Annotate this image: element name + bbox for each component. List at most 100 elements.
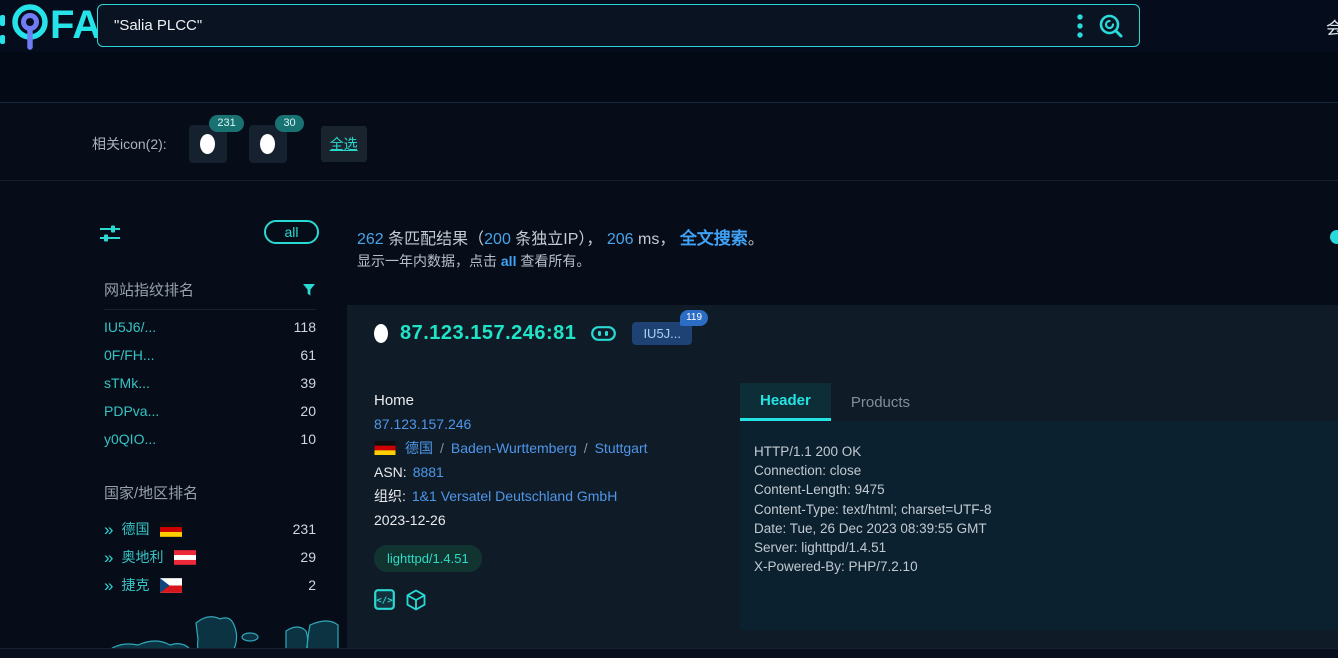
germany-flag-icon: [374, 441, 396, 455]
country-link[interactable]: 德国: [121, 519, 149, 539]
fingerprint-row: IU5J6/... 118: [104, 313, 316, 341]
http-header-line: Content-Length: 9475: [754, 480, 1324, 499]
tab-products[interactable]: Products: [831, 383, 930, 421]
asn-link[interactable]: 8881: [413, 464, 444, 480]
result-action-icons: </>: [374, 589, 714, 611]
http-header-panel[interactable]: HTTP/1.1 200 OK Connection: close Conten…: [740, 421, 1338, 630]
fingerprint-link[interactable]: IU5J6/...: [104, 319, 156, 335]
org-link[interactable]: 1&1 Versatel Deutschland GmbH: [412, 488, 617, 504]
fingerprint-link[interactable]: y0QIO...: [104, 431, 156, 447]
total-count: 262: [357, 231, 384, 248]
germany-flag-icon: [160, 522, 182, 537]
stats-text: 条匹配结果（: [384, 231, 484, 248]
country-ranking-title: 国家/地区排名: [104, 482, 198, 503]
fingerprint-count: 39: [300, 375, 316, 391]
country-link[interactable]: 捷克: [121, 575, 149, 595]
region-link[interactable]: Baden-Wurttemberg: [451, 440, 577, 456]
svg-text:</>: </>: [376, 596, 393, 606]
sub-band: [0, 52, 1338, 103]
chevron-double-icon: »: [104, 577, 111, 594]
result-details: Home 87.123.157.246 德国 / Baden-Wurttembe…: [374, 388, 714, 611]
favicon-filter-1[interactable]: 231: [189, 125, 227, 163]
search-input[interactable]: [98, 5, 1077, 46]
fingerprint-tag[interactable]: IU5J... 119: [632, 322, 692, 345]
partial-menu-text[interactable]: 会: [1326, 14, 1338, 39]
select-all-button[interactable]: 全选: [321, 126, 367, 162]
country-link[interactable]: 奥地利: [121, 547, 163, 567]
top-bar: FA 会: [0, 0, 1338, 52]
detail-tabs: Header Products: [740, 383, 1338, 421]
city-link[interactable]: Stuttgart: [595, 440, 648, 456]
result-ip-port-link[interactable]: 87.123.157.246:81: [400, 322, 576, 345]
all-link[interactable]: all: [501, 253, 517, 269]
fingerprint-count: 20: [300, 403, 316, 419]
related-icon-band: 相关icon(2): 231 30 全选: [0, 104, 1338, 181]
fulltext-search-link[interactable]: 全文搜索: [680, 229, 748, 248]
funnel-filter-icon[interactable]: [302, 283, 316, 297]
separator: /: [584, 440, 588, 456]
czech-flag-icon: [160, 578, 182, 593]
fingerprint-row: y0QIO... 10: [104, 425, 316, 453]
fingerprint-row: 0F/FH... 61: [104, 341, 316, 369]
all-filter-button[interactable]: all: [264, 220, 319, 244]
result-date: 2023-12-26: [374, 508, 714, 532]
chevron-double-icon: »: [104, 549, 111, 566]
related-icon-label: 相关icon(2):: [92, 134, 167, 154]
magnifier-o-icon: [9, 3, 53, 50]
view-source-icon[interactable]: </>: [374, 589, 395, 611]
fingerprint-count: 118: [294, 319, 316, 335]
floating-action-dot[interactable]: [1330, 230, 1338, 244]
fingerprint-tag-label: IU5J...: [643, 326, 681, 341]
more-options-icon[interactable]: [1077, 13, 1083, 39]
filters-icon[interactable]: [100, 224, 120, 243]
server-tag[interactable]: lighttpd/1.4.51: [374, 545, 482, 572]
site-title: Home: [374, 388, 714, 412]
stats-text: ms，: [634, 231, 680, 248]
http-header-line: X-Powered-By: PHP/7.2.10: [754, 557, 1324, 576]
fingerprint-link[interactable]: 0F/FH...: [104, 347, 155, 363]
favicon-count-badge: 30: [275, 115, 303, 132]
fofa-logo[interactable]: FA: [0, 0, 96, 52]
austria-flag-icon: [174, 550, 196, 565]
http-header-line: Server: lighttpd/1.4.51: [754, 538, 1324, 557]
fingerprint-count: 10: [300, 431, 316, 447]
http-header-line: Content-Type: text/html; charset=UTF-8: [754, 500, 1324, 519]
favicon-count-badge: 231: [209, 115, 243, 132]
result-card-header: 87.123.157.246:81 IU5J... 119: [347, 305, 1338, 361]
country-row-germany[interactable]: » 德国 231: [104, 515, 316, 543]
country-row-austria[interactable]: » 奥地利 29: [104, 543, 316, 571]
country-count: 29: [300, 549, 316, 565]
separator: /: [440, 440, 444, 456]
link-chain-icon[interactable]: [591, 326, 616, 341]
result-card: 87.123.157.246:81 IU5J... 119 Home 87.12…: [347, 305, 1338, 648]
http-header-line: Connection: close: [754, 461, 1324, 480]
search-icon[interactable]: [1098, 13, 1124, 39]
search-bar: [97, 4, 1140, 47]
note-text: 查看所有。: [516, 253, 590, 269]
fingerprint-tag-badge: 119: [680, 310, 708, 326]
fingerprint-ranking-section: 网站指纹排名 IU5J6/... 118 0F/FH... 61 sTMk...…: [104, 279, 316, 453]
country-count: 231: [293, 521, 316, 537]
fingerprint-link[interactable]: PDPva...: [104, 403, 159, 419]
note-text: 显示一年内数据，点击: [357, 253, 501, 269]
fingerprint-count: 61: [300, 347, 316, 363]
favicon-filter-2[interactable]: 30: [249, 125, 287, 163]
tab-header[interactable]: Header: [740, 383, 831, 421]
result-detail-panel: Header Products HTTP/1.1 200 OK Connecti…: [740, 383, 1338, 630]
product-cube-icon[interactable]: [405, 589, 427, 611]
results-stats-line: 262 条匹配结果（200 条独立IP）， 206 ms， 全文搜索。: [357, 224, 764, 249]
unique-ip-count: 200: [484, 231, 511, 248]
logo-partial-letter: [0, 15, 6, 47]
fingerprint-link[interactable]: sTMk...: [104, 375, 150, 391]
ip-link[interactable]: 87.123.157.246: [374, 416, 471, 432]
divider: [0, 648, 1338, 658]
results-note-line: 显示一年内数据，点击 all 查看所有。: [357, 251, 590, 271]
fingerprint-row: PDPva... 20: [104, 397, 316, 425]
chevron-double-icon: »: [104, 521, 111, 538]
http-header-line: Date: Tue, 26 Dec 2023 08:39:55 GMT: [754, 519, 1324, 538]
divider: [104, 309, 316, 310]
http-header-line: HTTP/1.1 200 OK: [754, 442, 1324, 461]
stats-text: 。: [748, 231, 764, 248]
country-row-czech[interactable]: » 捷克 2: [104, 571, 316, 599]
country-link[interactable]: 德国: [405, 438, 433, 458]
